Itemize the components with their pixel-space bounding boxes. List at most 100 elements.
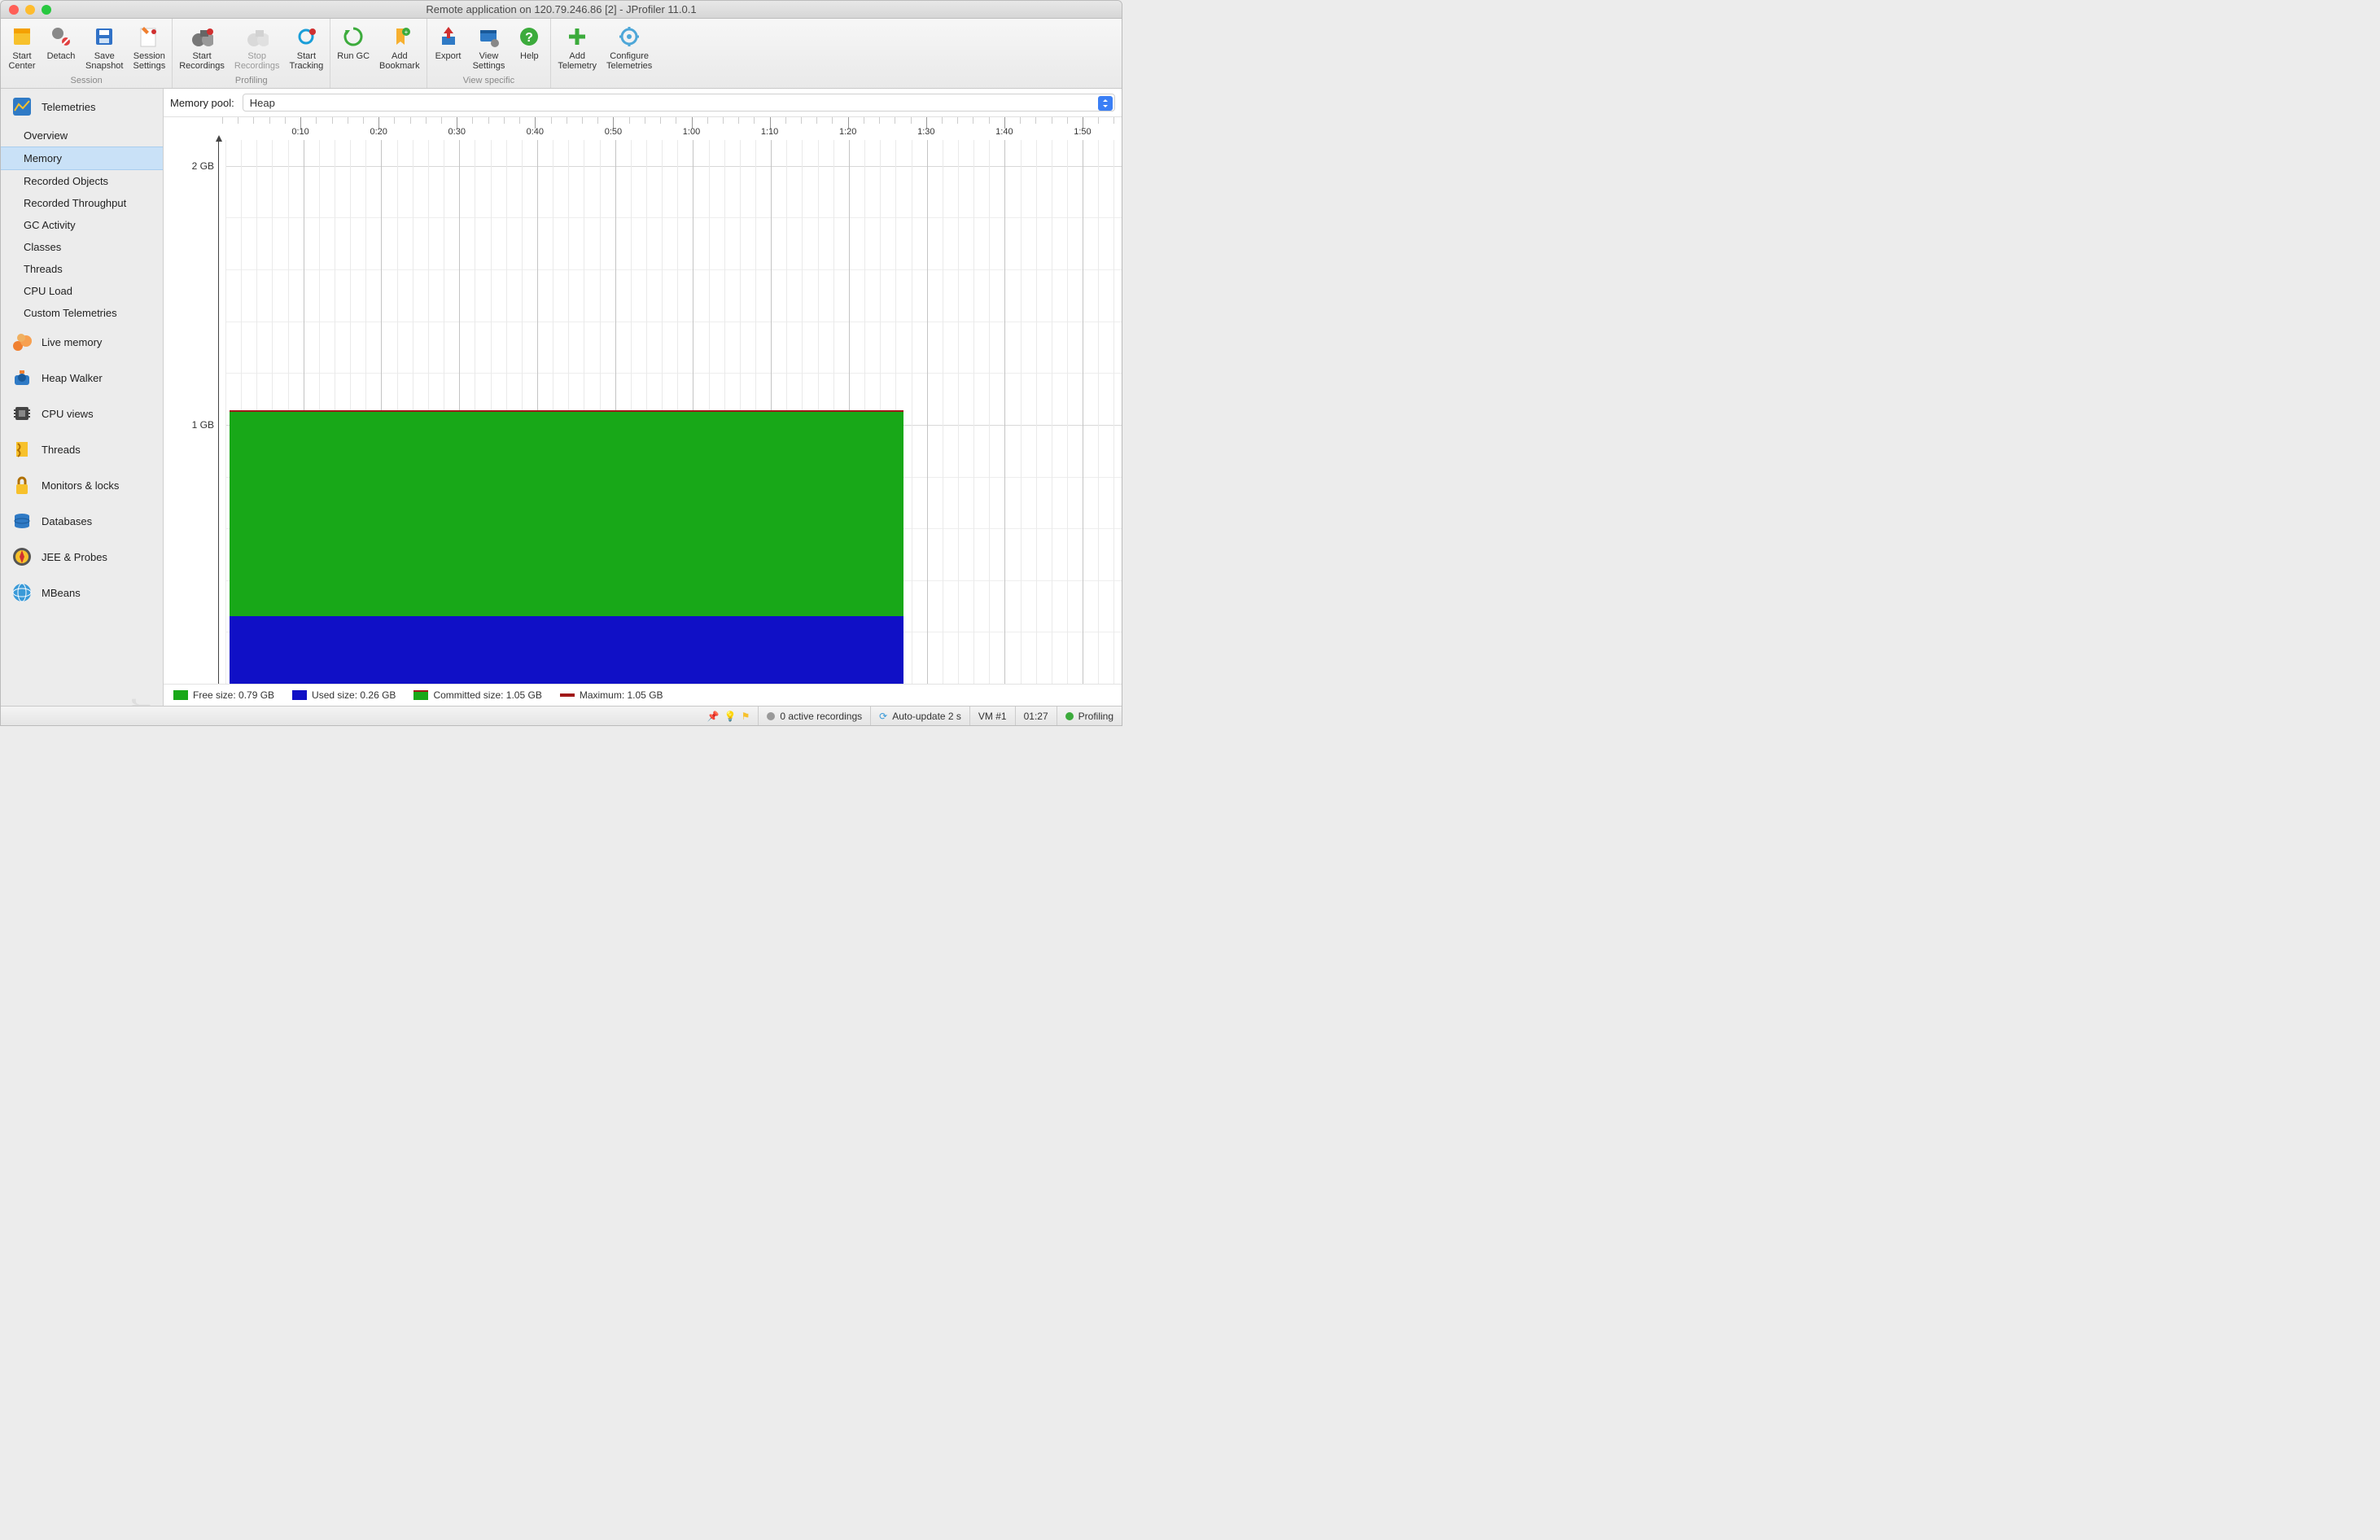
x-tick-label: 1:40 bbox=[995, 127, 1013, 137]
status-vm: VM #1 bbox=[978, 711, 1007, 722]
x-tick-label: 0:20 bbox=[370, 127, 387, 137]
refresh-icon[interactable]: ⟳ bbox=[879, 711, 887, 722]
x-tick-label: 1:00 bbox=[683, 127, 700, 137]
content-pane: Memory pool: Heap 0:100:200:300:400:501:… bbox=[164, 89, 1122, 706]
sidebar-section-threads[interactable]: Threads bbox=[1, 431, 163, 467]
globe-icon bbox=[11, 581, 33, 604]
series-max bbox=[230, 410, 903, 412]
sidebar-section-label: Telemetries bbox=[42, 101, 95, 113]
flag-icon[interactable]: ⚑ bbox=[742, 711, 750, 722]
status-dot-icon bbox=[1065, 712, 1074, 720]
sidebar-section-label: Heap Walker bbox=[42, 372, 103, 384]
x-tick-label: 0:30 bbox=[448, 127, 466, 137]
session-settings-button[interactable]: SessionSettings bbox=[128, 22, 170, 72]
sidebar-section-heap-walker[interactable]: Heap Walker bbox=[1, 360, 163, 396]
status-bar: 📌 💡 ⚑ 0 active recordings ⟳ Auto-update 2… bbox=[1, 706, 1122, 725]
dropdown-arrow-icon bbox=[1098, 96, 1113, 111]
legend-free: Free size: 0.79 GB bbox=[193, 689, 274, 701]
status-autoupdate[interactable]: Auto-update 2 s bbox=[892, 711, 961, 722]
sidebar-item-recorded-objects[interactable]: Recorded Objects bbox=[1, 170, 163, 192]
compass-icon bbox=[11, 545, 33, 568]
sidebar-section-telemetries[interactable]: Telemetries bbox=[1, 89, 163, 125]
series-free bbox=[230, 412, 903, 616]
sidebar-section-databases[interactable]: Databases bbox=[1, 503, 163, 539]
sidebar-section-label: CPU views bbox=[42, 408, 94, 420]
sidebar-section-label: Threads bbox=[42, 444, 81, 456]
legend-used: Used size: 0.26 GB bbox=[312, 689, 396, 701]
legend-swatch-free-icon bbox=[173, 690, 188, 700]
status-recordings[interactable]: 0 active recordings bbox=[780, 711, 862, 722]
x-tick-label: 0:10 bbox=[291, 127, 308, 137]
memory-pool-value: Heap bbox=[250, 97, 275, 109]
y-tick-label: 1 GB bbox=[192, 419, 214, 431]
start-recordings-button[interactable]: StartRecordings bbox=[174, 22, 230, 72]
svg-text:+: + bbox=[404, 28, 408, 36]
start-tracking-button[interactable]: StartTracking bbox=[285, 22, 329, 72]
x-tick-label: 1:20 bbox=[839, 127, 856, 137]
sidebar-item-recorded-throughput[interactable]: Recorded Throughput bbox=[1, 192, 163, 214]
sidebar-item-custom-telemetries[interactable]: Custom Telemetries bbox=[1, 302, 163, 324]
legend-swatch-committed-icon bbox=[413, 690, 428, 700]
chart-legend: Free size: 0.79 GB Used size: 0.26 GB Co… bbox=[164, 684, 1122, 706]
memory-chart[interactable]: 0:100:200:300:400:501:001:101:201:301:40… bbox=[164, 117, 1122, 684]
status-state: Profiling bbox=[1078, 711, 1113, 722]
memory-pool-select[interactable]: Heap bbox=[243, 94, 1115, 112]
y-axis-arrow-icon bbox=[216, 135, 222, 142]
sidebar-item-threads[interactable]: Threads bbox=[1, 258, 163, 280]
sidebar-section-label: Databases bbox=[42, 515, 92, 527]
sidebar-section-label: Live memory bbox=[42, 336, 102, 348]
telemetries-icon bbox=[11, 95, 33, 118]
series-used bbox=[230, 616, 903, 684]
window-title: Remote application on 120.79.246.86 [2] … bbox=[1, 3, 1122, 15]
toolbar-group-label: Session bbox=[1, 72, 172, 88]
sidebar-section-label: JEE & Probes bbox=[42, 551, 107, 563]
live-memory-icon bbox=[11, 330, 33, 353]
configure-telemetries-button[interactable]: ConfigureTelemetries bbox=[602, 22, 657, 72]
sidebar-item-memory[interactable]: Memory bbox=[1, 147, 163, 170]
sidebar-section-jee-probes[interactable]: JEE & Probes bbox=[1, 539, 163, 575]
toolbar-group-label: Profiling bbox=[173, 72, 330, 88]
status-clock: 01:27 bbox=[1024, 711, 1048, 722]
sidebar: Telemetries OverviewMemoryRecorded Objec… bbox=[1, 89, 164, 706]
x-tick-label: 1:30 bbox=[917, 127, 934, 137]
pushpin-icon[interactable]: 📌 bbox=[707, 711, 720, 722]
sidebar-section-live-memory[interactable]: Live memory bbox=[1, 324, 163, 360]
sidebar-item-classes[interactable]: Classes bbox=[1, 236, 163, 258]
add-bookmark-button[interactable]: +AddBookmark bbox=[374, 22, 425, 72]
sidebar-section-mbeans[interactable]: MBeans bbox=[1, 575, 163, 610]
sidebar-section-label: MBeans bbox=[42, 587, 81, 599]
start-center-button[interactable]: StartCenter bbox=[2, 22, 42, 72]
cpu-icon bbox=[11, 402, 33, 425]
x-tick-label: 1:50 bbox=[1074, 127, 1091, 137]
bulb-icon[interactable]: 💡 bbox=[724, 711, 737, 722]
memory-pool-label: Memory pool: bbox=[170, 97, 234, 109]
legend-max: Maximum: 1.05 GB bbox=[580, 689, 663, 701]
save-snapshot-button[interactable]: SaveSnapshot bbox=[81, 22, 128, 72]
x-tick-label: 0:50 bbox=[605, 127, 622, 137]
record-dot-icon bbox=[767, 712, 775, 720]
y-tick-label: 2 GB bbox=[192, 160, 214, 172]
sidebar-item-overview[interactable]: Overview bbox=[1, 125, 163, 147]
x-tick-label: 1:10 bbox=[761, 127, 778, 137]
legend-swatch-max-icon bbox=[560, 693, 575, 697]
legend-swatch-used-icon bbox=[292, 690, 307, 700]
title-bar: Remote application on 120.79.246.86 [2] … bbox=[1, 1, 1122, 19]
view-settings-button[interactable]: ViewSettings bbox=[468, 22, 510, 72]
watermark: JProfiler bbox=[119, 698, 158, 706]
legend-committed: Committed size: 1.05 GB bbox=[433, 689, 541, 701]
toolbar-group-label: View specific bbox=[427, 72, 551, 88]
sidebar-item-cpu-load[interactable]: CPU Load bbox=[1, 280, 163, 302]
run-gc-button[interactable]: Run GC bbox=[332, 22, 374, 72]
export-button[interactable]: Export bbox=[429, 22, 468, 72]
sidebar-section-cpu-views[interactable]: CPU views bbox=[1, 396, 163, 431]
heap-walker-icon bbox=[11, 366, 33, 389]
detach-button[interactable]: Detach bbox=[42, 22, 81, 72]
sidebar-section-monitors[interactable]: Monitors & locks bbox=[1, 467, 163, 503]
database-icon bbox=[11, 510, 33, 532]
svg-text:?: ? bbox=[525, 31, 533, 45]
help-button[interactable]: ?Help bbox=[510, 22, 549, 72]
sidebar-section-label: Monitors & locks bbox=[42, 479, 119, 492]
sidebar-item-gc-activity[interactable]: GC Activity bbox=[1, 214, 163, 236]
lock-icon bbox=[11, 474, 33, 497]
add-telemetry-button[interactable]: AddTelemetry bbox=[553, 22, 602, 72]
